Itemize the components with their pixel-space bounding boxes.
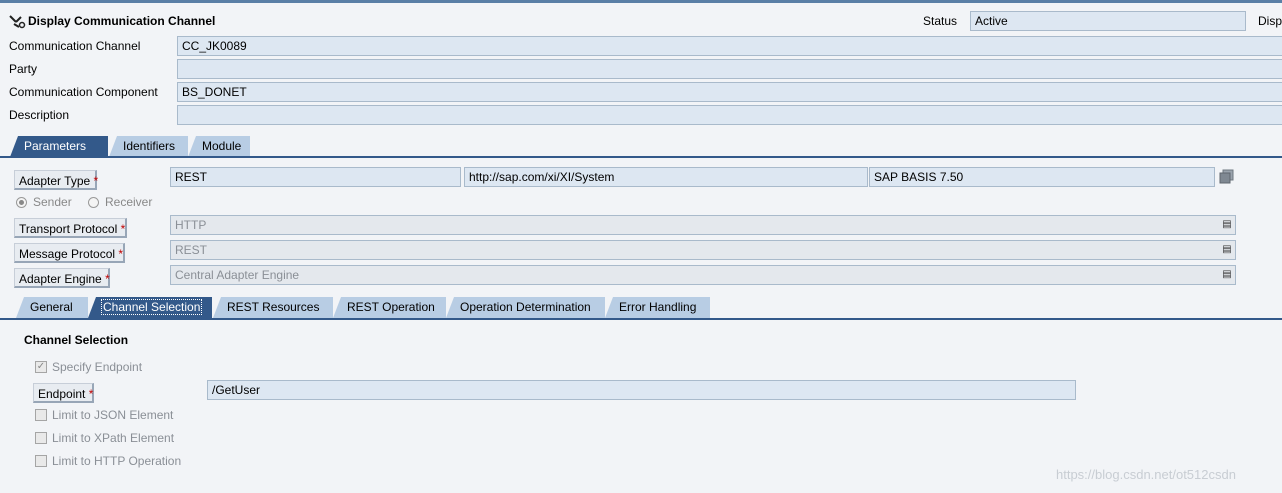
limit-xpath-checkbox[interactable]: Limit to XPath Element <box>35 431 174 445</box>
dropdown-icon[interactable]: ▤ <box>1220 267 1234 283</box>
tab-error-handling[interactable]: Error Handling <box>605 297 710 318</box>
tab-operation-determination[interactable]: Operation Determination <box>446 297 605 318</box>
dropdown-icon[interactable]: ▤ <box>1220 217 1234 233</box>
tab-module[interactable]: Module <box>188 136 250 157</box>
tab-channel-selection[interactable]: Channel Selection <box>88 297 212 318</box>
checkbox-checked-icon: ✓ <box>35 361 47 373</box>
tab-channel-selection-label: Channel Selection <box>100 299 203 315</box>
section-title: Channel Selection <box>24 333 129 347</box>
limit-json-label: Limit to JSON Element <box>52 408 174 422</box>
display-label: Disp <box>1258 14 1282 28</box>
tab-rest-resources[interactable]: REST Resources <box>213 297 333 318</box>
receiver-radio[interactable]: Receiver <box>88 195 152 209</box>
party-label: Party <box>9 62 38 76</box>
status-field: Active <box>970 11 1246 31</box>
title-bar: Display Communication Channel Status Act… <box>0 10 1282 32</box>
required-mark: * <box>93 174 99 188</box>
communication-component-label: Communication Component <box>9 85 158 99</box>
specify-endpoint-label: Specify Endpoint <box>52 360 143 374</box>
required-mark: * <box>105 272 110 286</box>
adapter-engine-select[interactable]: Central Adapter Engine ▤ <box>170 265 1236 285</box>
communication-channel-icon <box>9 15 26 29</box>
checkbox-icon <box>35 455 47 467</box>
watermark: https://blog.csdn.net/ot512csdn <box>1056 467 1236 482</box>
checkbox-icon <box>35 432 47 444</box>
description-label: Description <box>9 108 70 122</box>
limit-http-label: Limit to HTTP Operation <box>52 454 182 468</box>
tab-general[interactable]: General <box>16 297 88 318</box>
software-component-field: SAP BASIS 7.50 <box>869 167 1215 187</box>
adapter-type-field: REST <box>170 167 461 187</box>
dropdown-icon[interactable]: ▤ <box>1220 242 1234 258</box>
limit-http-checkbox[interactable]: Limit to HTTP Operation <box>35 454 181 468</box>
adapter-engine-label: Adapter Engine * <box>14 268 110 288</box>
adapter-engine-value: Central Adapter Engine <box>175 268 300 282</box>
adapter-type-label-text: Adapter Type <box>19 174 91 188</box>
tab-rest-operation[interactable]: REST Operation <box>333 297 446 318</box>
description-field[interactable] <box>177 105 1282 125</box>
endpoint-field[interactable]: /GetUser <box>207 380 1076 400</box>
message-protocol-select[interactable]: REST ▤ <box>170 240 1236 260</box>
communication-component-field[interactable]: BS_DONET <box>177 82 1282 102</box>
tab-identifiers[interactable]: Identifiers <box>109 136 188 157</box>
endpoint-label: Endpoint * <box>33 383 94 403</box>
required-mark: * <box>118 247 124 261</box>
required-mark: * <box>88 387 94 401</box>
transport-protocol-label-text: Transport Protocol <box>19 222 118 236</box>
required-mark: * <box>120 222 126 236</box>
page-title: Display Communication Channel <box>28 14 216 28</box>
status-label: Status <box>923 14 958 28</box>
transport-protocol-select[interactable]: HTTP ▤ <box>170 215 1236 235</box>
top-border <box>0 0 1282 3</box>
receiver-radio-circle <box>88 196 99 208</box>
limit-xpath-label: Limit to XPath Element <box>52 431 175 445</box>
message-protocol-label-text: Message Protocol <box>19 247 116 261</box>
endpoint-label-text: Endpoint <box>38 387 86 401</box>
copy-icon[interactable] <box>1219 169 1235 185</box>
adapter-engine-label-text: Adapter Engine <box>19 272 102 286</box>
message-protocol-label: Message Protocol * <box>14 243 125 263</box>
transport-protocol-label: Transport Protocol * <box>14 218 127 238</box>
sender-radio[interactable]: Sender <box>16 195 72 209</box>
checkbox-icon <box>35 409 47 421</box>
communication-channel-field[interactable]: CC_JK0089 <box>177 36 1282 56</box>
communication-channel-label: Communication Channel <box>9 39 141 53</box>
tab-underline <box>0 156 1282 158</box>
adapter-type-label: Adapter Type * <box>14 170 99 190</box>
sender-radio-circle <box>16 196 27 208</box>
sender-radio-label: Sender <box>33 195 72 209</box>
receiver-radio-label: Receiver <box>105 195 153 209</box>
tab-parameters[interactable]: Parameters <box>10 136 108 157</box>
limit-json-checkbox[interactable]: Limit to JSON Element <box>35 408 173 422</box>
transport-protocol-value: HTTP <box>175 218 207 232</box>
message-protocol-value: REST <box>175 243 208 257</box>
adapter-namespace-field: http://sap.com/xi/XI/System <box>464 167 868 187</box>
party-field[interactable] <box>177 59 1282 79</box>
specify-endpoint-checkbox[interactable]: ✓ Specify Endpoint <box>35 360 142 374</box>
